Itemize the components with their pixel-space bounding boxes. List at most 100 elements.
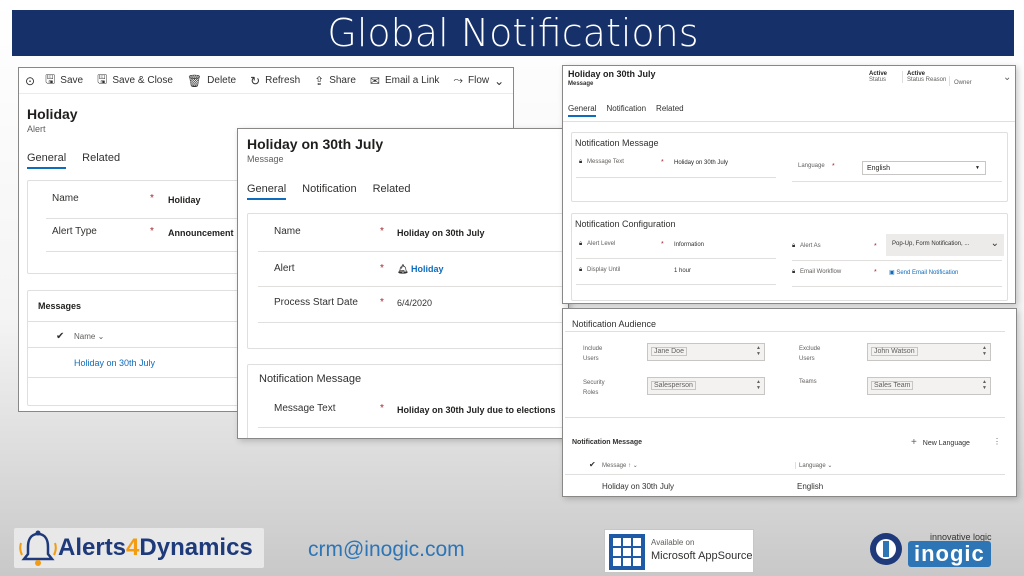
refresh-icon: ↻ (250, 73, 261, 88)
divider (792, 260, 1002, 261)
email-icon: ✉ (369, 73, 380, 88)
brand-name: Alerts4Dynamics (58, 534, 253, 561)
lock-icon: 🔒︎ (579, 159, 583, 165)
spinner-icon: ▲ ▼ (756, 345, 761, 357)
banner-title: Global Notifications (327, 11, 699, 55)
tab-notification[interactable]: Notification (302, 183, 356, 200)
required-marker: * (150, 226, 154, 237)
appsource-line2: Microsoft AppSource (651, 550, 753, 562)
field-name: Name (52, 193, 79, 204)
tab-general[interactable]: General (27, 152, 67, 169)
field-label: Message Text (587, 159, 624, 165)
section-title: Notification Message (259, 373, 362, 385)
display-until-value[interactable]: 1 hour (674, 268, 691, 274)
footer: Alerts4Dynamics crm@inogic.com Available… (0, 520, 1024, 576)
check-icon[interactable]: ✔ (589, 460, 596, 469)
column-header-name[interactable]: Name ⌄ (74, 332, 104, 341)
field-label: Alert Level (587, 241, 616, 247)
alert-type-value[interactable]: Announcement (168, 228, 234, 238)
refresh-button[interactable]: ↻ Refresh (250, 74, 300, 88)
detail-form-window: Holiday on 30th July Message Active Stat… (562, 65, 1016, 304)
name-value[interactable]: Holiday (168, 195, 201, 205)
plus-icon: + (911, 437, 917, 448)
name-value[interactable]: Holiday on 30th July (397, 228, 485, 238)
tab-related[interactable]: Related (373, 183, 411, 200)
lock-icon: 🔒︎ (579, 241, 583, 247)
message-text-value[interactable]: Holiday on 30th July (674, 160, 728, 166)
audience-form-window: Notification Audience Include Users Jane… (562, 308, 1017, 497)
required-marker: * (380, 263, 384, 274)
include-users-input[interactable]: Jane Doe ▲ ▼ (647, 343, 765, 361)
exclude-users-input[interactable]: John Watson ▲ ▼ (867, 343, 991, 361)
spinner-icon: ▲ ▼ (756, 379, 761, 391)
back-button[interactable]: ⊙ (25, 74, 35, 88)
tab-general[interactable]: General (568, 104, 597, 117)
email-workflow-lookup[interactable]: ▣ Send Email Notification (889, 269, 958, 276)
subgrid-title: Notification Message (572, 439, 643, 446)
required-marker: * (874, 243, 877, 250)
flow-icon: ⤳ (453, 73, 464, 87)
alert-as-multiselect[interactable]: Pop-Up, Form Notification, ... ⌄ (886, 234, 1004, 256)
more-options-icon[interactable]: ⋮ (993, 437, 1001, 446)
chevron-down-icon: ⌄ (632, 463, 638, 469)
alert-level-value[interactable]: Information (674, 242, 704, 248)
security-roles-input[interactable]: Salesperson ▲ ▼ (647, 377, 765, 395)
owner-label: Owner (954, 80, 972, 86)
divider (563, 121, 1015, 122)
divider (576, 284, 776, 285)
status-reason-label: Status Reason (907, 77, 947, 83)
save-close-icon: 🖫 (97, 72, 108, 86)
divider (258, 251, 568, 252)
message-text-value[interactable]: Holiday on 30th July due to elections (397, 405, 556, 415)
teams-input[interactable]: Sales Team ▲ ▼ (867, 377, 991, 395)
notification-message-section: Notification Message 🔒︎ Message Text * H… (571, 132, 1008, 202)
divider (792, 286, 1002, 287)
section-title: Notification Audience (572, 319, 657, 329)
tab-related[interactable]: Related (82, 152, 120, 169)
inogic-logo: innovative logic inogic (868, 527, 1008, 571)
dropdown-arrow-icon: ▼ (975, 165, 980, 171)
language-select[interactable]: English ▼ (862, 161, 986, 175)
contact-email[interactable]: crm@inogic.com (308, 538, 465, 562)
save-close-button[interactable]: 🖫 Save & Close (97, 70, 173, 91)
share-button[interactable]: ⇪ Share (314, 74, 356, 88)
message-row-link[interactable]: Holiday on 30th July (74, 358, 155, 368)
required-marker: * (380, 297, 384, 308)
start-date-value[interactable]: 6/4/2020 (397, 298, 432, 308)
required-marker: * (874, 269, 877, 276)
appsource-badge[interactable]: Available on Microsoft AppSource (604, 529, 754, 573)
alert-lookup[interactable]: 🔔︎ Holiday (397, 264, 443, 275)
record-title: Holiday (27, 106, 78, 122)
notification-message-grid: Notification Message + New Language ⋮ ✔ … (565, 431, 1014, 495)
save-button[interactable]: 🖫 Save (45, 70, 83, 91)
header-status: Active Status (869, 71, 887, 83)
chevron-down-icon[interactable]: ⌄ (1003, 72, 1011, 83)
divider (565, 331, 1005, 332)
workflow-icon: ▣ (889, 270, 895, 276)
tab-notification[interactable]: Notification (606, 104, 646, 117)
tab-related[interactable]: Related (656, 104, 684, 117)
lock-icon: 🔒︎ (792, 243, 796, 249)
spinner-icon: ▲ ▼ (982, 379, 987, 391)
spinner-icon: ▲ ▼ (982, 345, 987, 357)
email-link-button[interactable]: ✉ Email a Link (370, 74, 440, 88)
check-icon[interactable]: ✔ (56, 331, 64, 342)
grid-cell-message[interactable]: Holiday on 30th July (602, 482, 674, 491)
column-header-message[interactable]: Message ↑ ⌄ (602, 462, 638, 469)
divider (565, 417, 1005, 418)
field-label: Name (52, 193, 79, 204)
inogic-mark-icon (870, 533, 902, 565)
notification-audience-section: Notification Audience Include Users Jane… (565, 311, 1014, 421)
new-language-button[interactable]: + New Language (911, 437, 970, 448)
delete-button[interactable]: 🗑 Delete (187, 74, 236, 88)
divider (565, 474, 1005, 475)
required-marker: * (380, 403, 384, 414)
flow-button[interactable]: ⤳ Flow ⌄ (453, 73, 504, 88)
divider (258, 286, 568, 287)
column-header-language[interactable]: Language ⌄ (795, 462, 832, 469)
appsource-line1: Available on (651, 538, 695, 547)
chevron-down-icon: ⌄ (990, 238, 999, 249)
header-status-reason: Active Status Reason (902, 71, 946, 83)
tab-general[interactable]: General (247, 183, 287, 200)
bell-icon: 🔔︎ (397, 264, 409, 274)
